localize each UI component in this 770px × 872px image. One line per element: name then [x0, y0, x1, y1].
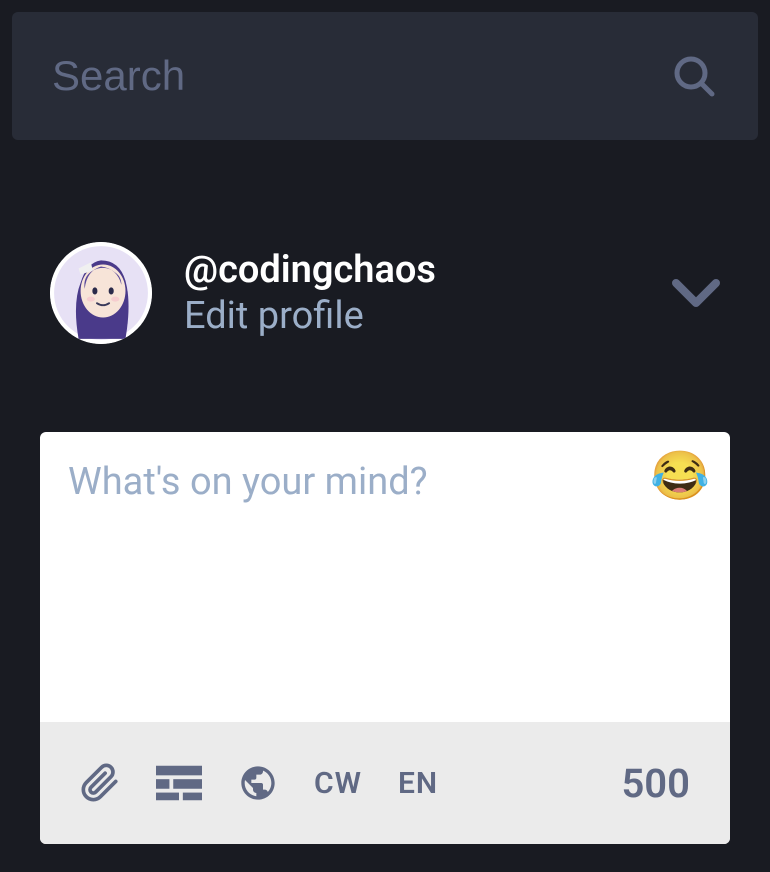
profile-info: @codingchaos Edit profile [184, 248, 672, 338]
search-input[interactable] [52, 52, 670, 100]
compose-toolbar: CW EN 500 [40, 722, 730, 844]
edit-profile-link[interactable]: Edit profile [184, 294, 364, 338]
chevron-down-icon[interactable] [672, 278, 720, 308]
content-warning-button[interactable]: CW [314, 766, 362, 801]
search-icon [670, 52, 718, 100]
compose-area: 😂 [40, 432, 730, 722]
poll-icon [156, 765, 202, 801]
character-count: 500 [621, 760, 690, 807]
paperclip-icon [80, 763, 120, 803]
search-bar[interactable] [12, 12, 758, 140]
compose-textarea[interactable] [68, 460, 632, 548]
profile-header: @codingchaos Edit profile [0, 152, 770, 344]
emoji-picker-button[interactable]: 😂 [650, 452, 706, 508]
toolbar-left: CW EN [80, 763, 438, 803]
laughing-emoji-icon: 😂 [650, 447, 710, 504]
poll-button[interactable] [156, 765, 202, 801]
compose-box: 😂 CW [40, 432, 730, 844]
avatar[interactable] [50, 242, 152, 344]
attach-button[interactable] [80, 763, 120, 803]
username: @codingchaos [184, 248, 672, 292]
globe-icon [238, 763, 278, 803]
visibility-button[interactable] [238, 763, 278, 803]
language-button[interactable]: EN [398, 766, 438, 801]
